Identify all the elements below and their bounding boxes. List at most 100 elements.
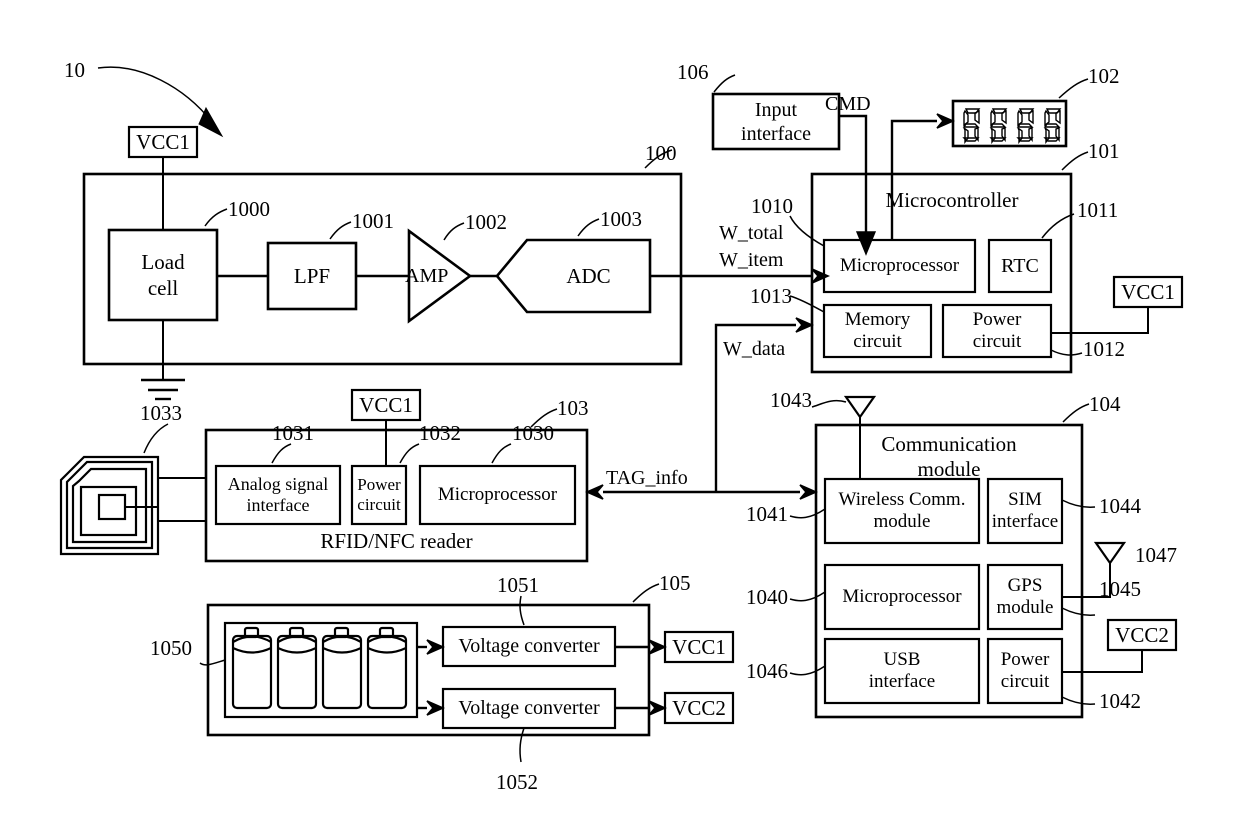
vcc1-label-microcontroller: VCC1 — [1121, 280, 1175, 304]
ref-1042: 1042 — [1099, 689, 1141, 713]
memory-circuit-label-line2: circuit — [853, 331, 902, 352]
load-cell-label-line2: cell — [147, 276, 179, 300]
battery-cell — [321, 626, 363, 710]
wireless-comm-module-label-line1: Wireless Comm. — [838, 489, 966, 511]
ref-1050: 1050 — [150, 636, 192, 660]
memory-circuit-label-line1: Memory — [844, 309, 911, 331]
ref-1047: 1047 — [1135, 543, 1177, 567]
analog-signal-interface-label-line2: interface — [246, 495, 310, 515]
microprocessor-label: Microprocessor — [839, 255, 960, 276]
ref-1044: 1044 — [1099, 494, 1142, 518]
input-interface-label-line1: Input — [754, 98, 798, 121]
communication-module-title: Communication module — [836, 432, 1062, 481]
usb-interface-label-line1: USB — [883, 649, 921, 671]
signal-w-data: W_data — [723, 338, 785, 360]
ref-106: 106 — [677, 60, 709, 84]
gps-module-label: GPS module — [988, 565, 1062, 629]
ref-1046: 1046 — [746, 659, 788, 683]
ref-1001: 1001 — [352, 209, 394, 233]
voltage-converter-1-label: Voltage converter — [458, 635, 600, 657]
ref-1011: 1011 — [1077, 198, 1118, 222]
adc-label: ADC — [566, 263, 611, 288]
block-diagram: 10 100 1000 1001 1002 1003 W_total W_ite… — [59, 58, 1184, 794]
signal-w-item: W_item — [719, 249, 784, 271]
gps-module-label-line2: module — [996, 597, 1054, 618]
vcc1-label-rfid: VCC1 — [359, 393, 413, 417]
comm-microprocessor-label: Microprocessor — [842, 586, 962, 607]
comm-power-circuit-label-line1: Power — [1000, 649, 1050, 671]
ground-icon — [141, 378, 185, 401]
ref-1040: 1040 — [746, 585, 788, 609]
input-interface-label: Input interface — [713, 94, 839, 149]
rfid-power-circuit-label-line2: circuit — [357, 495, 401, 514]
comm-power-circuit-label-line2: circuit — [1000, 671, 1050, 692]
mcu-power-circuit-label-line1: Power — [972, 309, 1022, 331]
battery-pack-icon: 1050 — [150, 621, 419, 719]
vcc1-label-loadcell: VCC1 — [136, 130, 190, 154]
sim-interface-label-line2: interface — [991, 511, 1059, 532]
amp-label: AMP — [405, 264, 449, 287]
vcc1-output-label: VCC1 — [672, 635, 726, 659]
ref-1052: 1052 — [496, 770, 538, 794]
usb-interface-label: USB interface — [825, 639, 979, 703]
ref-102: 102 — [1088, 64, 1120, 88]
wire-battery-to-converter-1 — [417, 639, 445, 655]
rfid-power-circuit-label-line1: Power — [357, 475, 401, 495]
gps-module-label-line1: GPS — [1007, 575, 1043, 597]
seven-segment-display: 102 — [951, 64, 1120, 148]
ref-1002: 1002 — [465, 210, 507, 234]
analog-signal-interface-label: Analog signal interface — [216, 466, 340, 524]
ref-1013: 1013 — [750, 284, 792, 308]
analog-signal-interface-label-line1: Analog signal — [227, 474, 329, 495]
rtc-label: RTC — [1001, 254, 1039, 277]
rfid-reader-title: RFID/NFC reader — [320, 528, 473, 553]
ref-1041: 1041 — [746, 502, 788, 526]
load-cell-label: Load cell — [109, 230, 217, 320]
ref-103: 103 — [557, 396, 589, 420]
signal-w-total: W_total — [719, 222, 784, 244]
ref-1012: 1012 — [1083, 337, 1125, 361]
ref-1033: 1033 — [140, 401, 182, 425]
mcu-power-circuit-label: Power circuit — [943, 305, 1051, 357]
comm-power-circuit-label: Power circuit — [988, 639, 1062, 703]
communication-module-title-line1: Communication — [881, 432, 1017, 456]
display-digit — [989, 108, 1008, 145]
patent-figure-canvas: 10 100 1000 1001 1002 1003 W_total W_ite… — [0, 0, 1240, 835]
ref-1030: 1030 — [512, 421, 554, 445]
voltage-converter-2-label: Voltage converter — [458, 697, 600, 719]
lpf-label: LPF — [293, 263, 331, 288]
ref-1010: 1010 — [751, 194, 793, 218]
ref-10: 10 — [64, 58, 85, 82]
wireless-comm-module-label: Wireless Comm. module — [825, 479, 979, 543]
rfid-power-circuit-label: Power circuit — [352, 466, 406, 524]
ref-1043: 1043 — [770, 388, 812, 412]
battery-cell — [276, 626, 318, 710]
display-digit — [962, 108, 981, 145]
load-cell-label-line1: Load — [141, 249, 185, 274]
ref-1000: 1000 — [228, 197, 270, 221]
rfid-microprocessor-label: Microprocessor — [437, 484, 558, 505]
usb-interface-label-line2: interface — [868, 671, 936, 692]
ref-1003: 1003 — [600, 207, 642, 231]
wire-battery-to-converter-2 — [417, 700, 445, 716]
ref-1051: 1051 — [497, 573, 539, 597]
wire-microprocessor-to-display — [890, 113, 955, 240]
ref-105: 105 — [659, 571, 691, 595]
wireless-comm-module-label-line2: module — [873, 511, 931, 532]
input-interface-label-line2: interface — [741, 122, 811, 145]
arrowhead — [198, 106, 224, 138]
vcc2-label-communication: VCC2 — [1115, 623, 1169, 647]
vcc2-output-label: VCC2 — [672, 696, 726, 720]
signal-tag-info: TAG_info — [606, 467, 688, 489]
ref-104: 104 — [1089, 392, 1121, 416]
system-reference-callout: 10 — [64, 58, 224, 138]
ref-1032: 1032 — [419, 421, 461, 445]
ref-100: 100 — [645, 141, 677, 165]
memory-circuit-label: Memory circuit — [824, 305, 931, 357]
ref-101: 101 — [1088, 139, 1120, 163]
display-digit — [1016, 108, 1035, 145]
battery-cell — [231, 626, 273, 710]
sim-interface-label: SIM interface — [988, 479, 1062, 543]
display-digit — [1043, 108, 1062, 145]
microcontroller-title: Microcontroller — [885, 187, 1019, 212]
